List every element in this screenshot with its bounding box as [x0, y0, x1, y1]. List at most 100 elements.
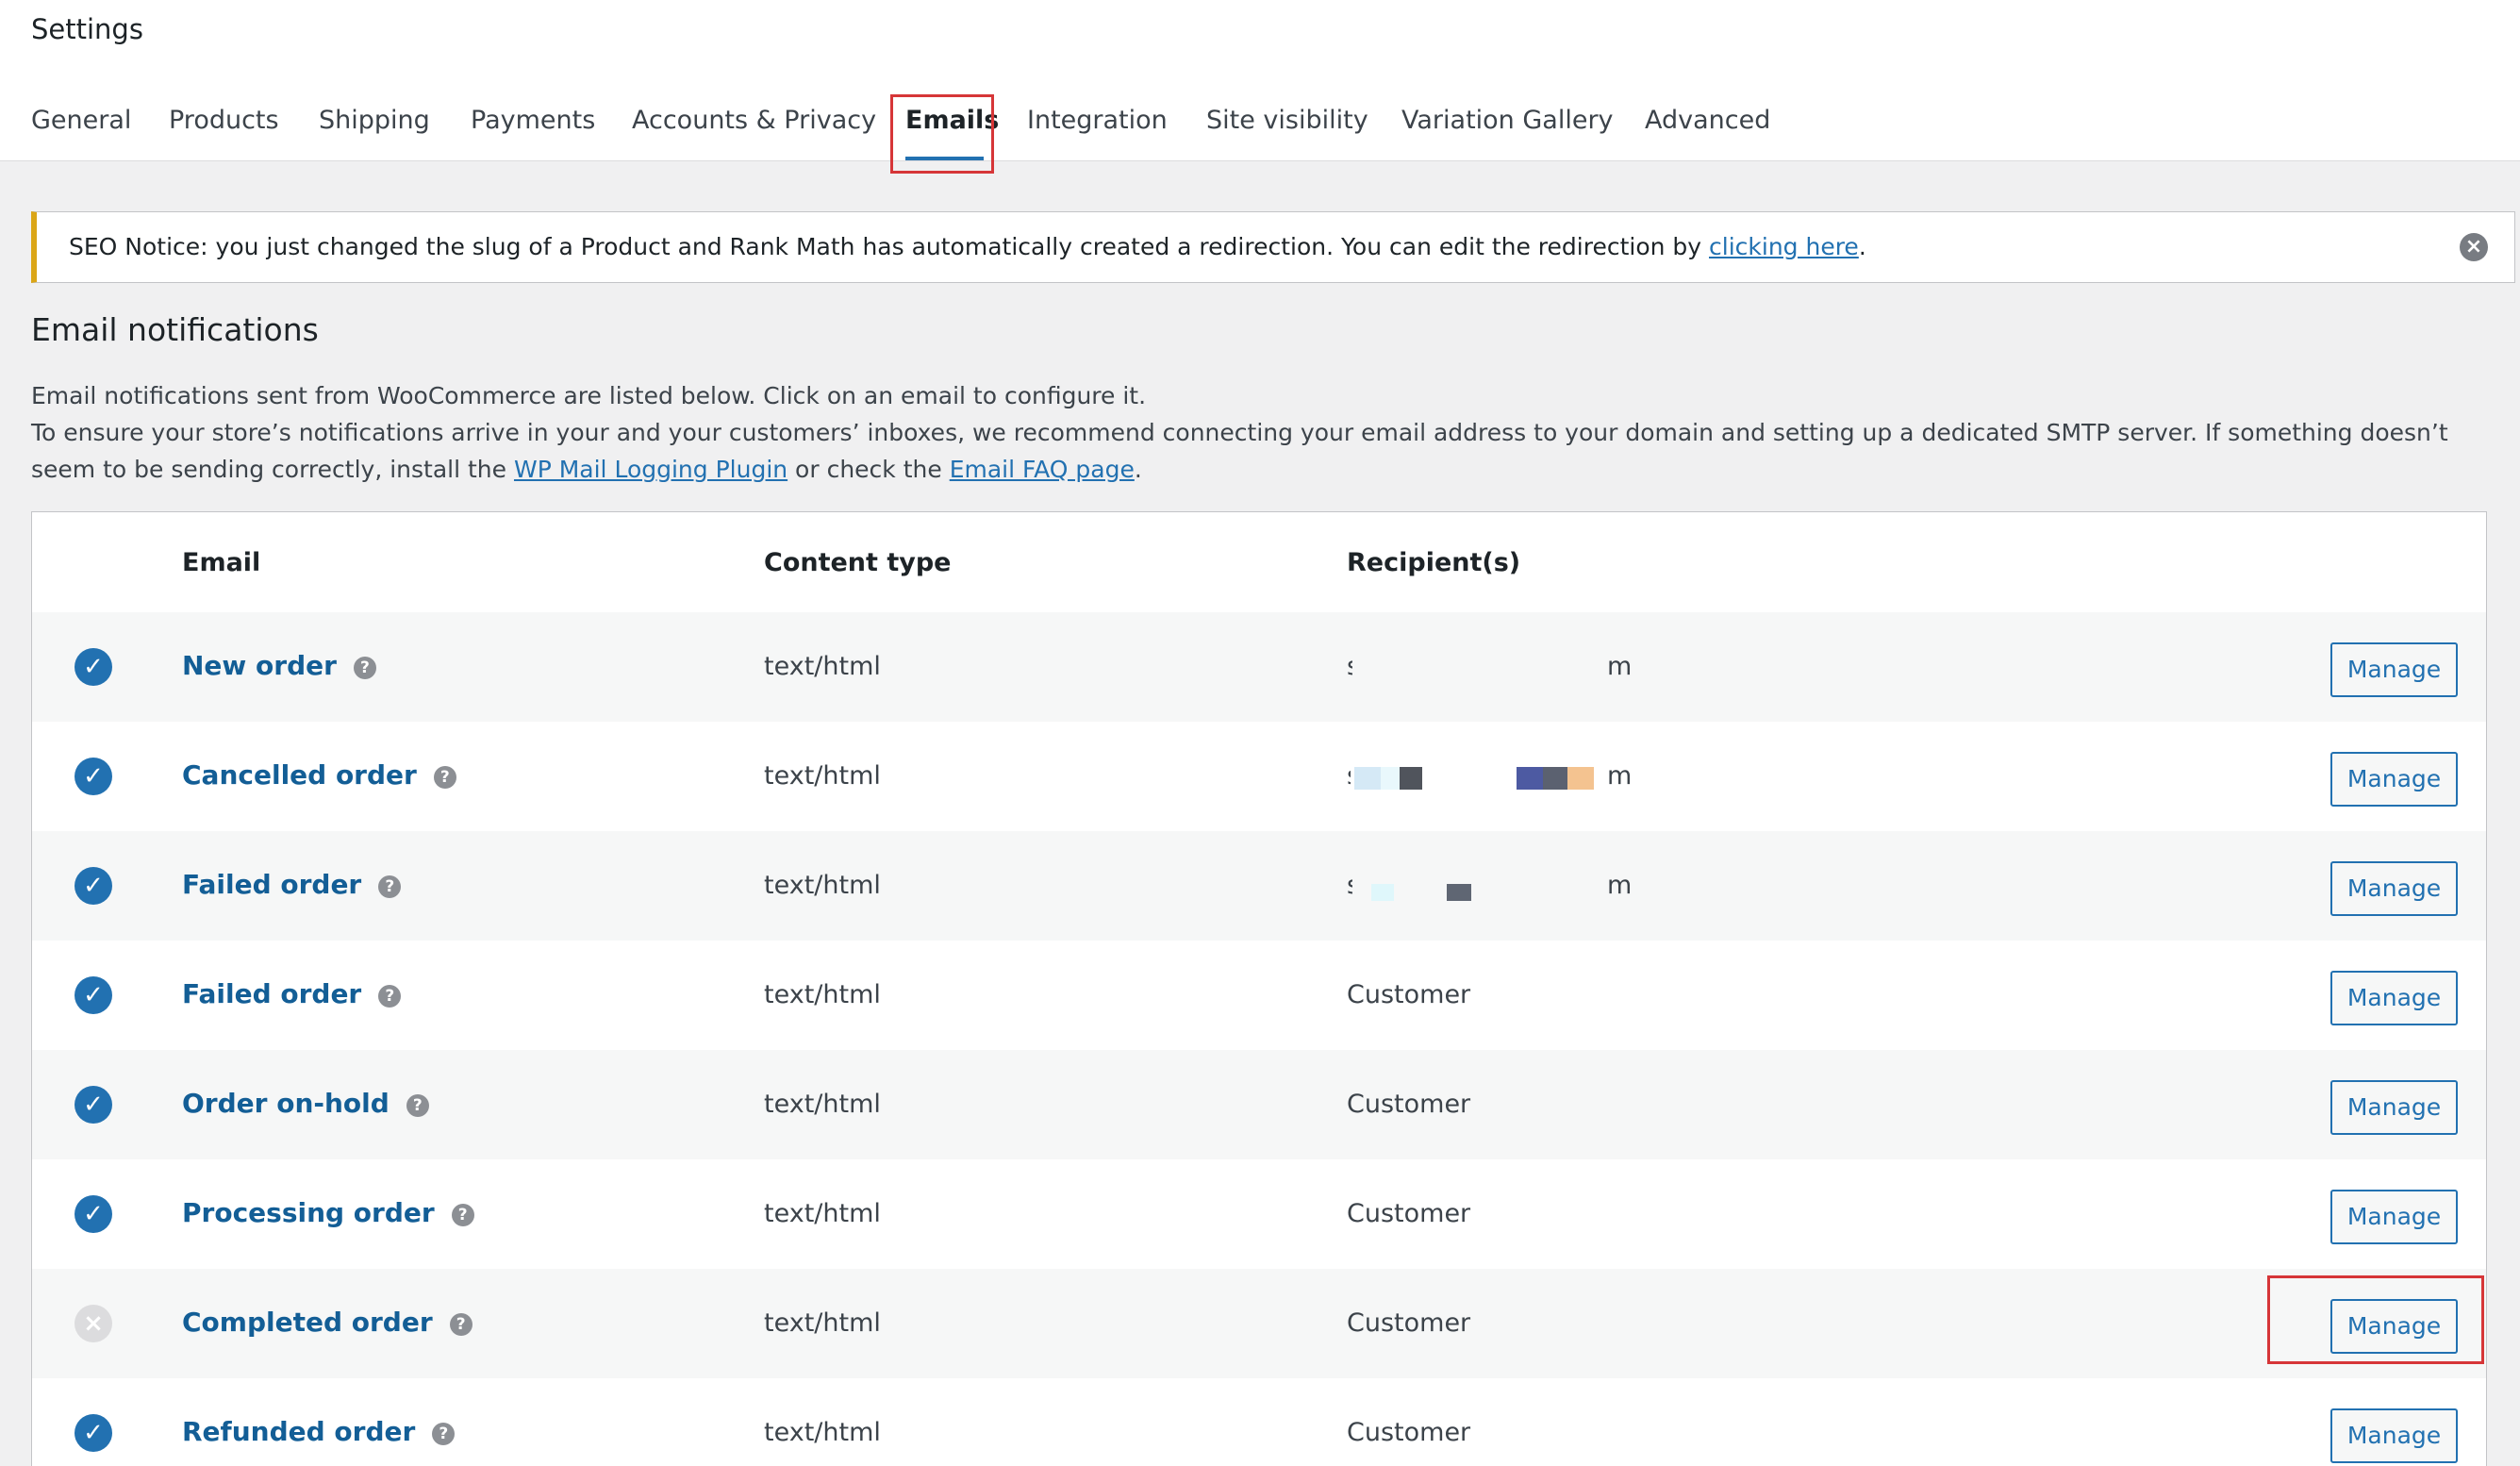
manage-button[interactable]: Manage	[2330, 752, 2458, 807]
email-notifications-table: Email Content type Recipient(s) ✓ New or…	[31, 511, 2487, 1466]
table-row[interactable]: ✓ Refunded order? text/html Customer Man…	[32, 1378, 2486, 1466]
manage-button[interactable]: Manage	[2330, 1190, 2458, 1244]
email-name[interactable]: Processing order	[182, 1197, 435, 1228]
redaction-pixel	[1400, 767, 1422, 790]
help-icon: ?	[378, 875, 402, 898]
tab-payments[interactable]: Payments	[471, 106, 595, 135]
help-icon: ?	[451, 1204, 474, 1226]
content-type: text/html	[764, 871, 881, 900]
email-link-processing-order[interactable]: Processing order?	[182, 1197, 474, 1228]
tab-site-visibility[interactable]: Site visibility	[1206, 106, 1368, 135]
column-header-email: Email	[182, 548, 261, 577]
redaction-pixel	[1371, 884, 1394, 901]
redaction-pixel	[1354, 767, 1381, 790]
settings-header: Settings General Products Shipping Payme…	[0, 0, 2520, 161]
dismiss-icon[interactable]: ×	[2460, 233, 2488, 261]
wp-mail-logging-link[interactable]: WP Mail Logging Plugin	[514, 456, 788, 483]
redaction-pixel	[1447, 884, 1471, 901]
table-row[interactable]: × Completed order? text/html Customer Ma…	[32, 1269, 2486, 1378]
tab-general[interactable]: General	[31, 106, 131, 135]
email-name[interactable]: Cancelled order	[182, 759, 417, 791]
column-header-content-type: Content type	[764, 548, 952, 577]
check-circle-icon: ✓	[75, 1195, 112, 1233]
redacted-recipient	[1352, 639, 1600, 695]
help-icon: ?	[353, 657, 376, 679]
tab-variation-gallery[interactable]: Variation Gallery	[1401, 106, 1614, 135]
seo-notice: SEO Notice: you just changed the slug of…	[31, 211, 2515, 283]
recipient: Customer	[1347, 980, 1471, 1009]
tab-advanced[interactable]: Advanced	[1645, 106, 1770, 135]
email-name[interactable]: Refunded order	[182, 1416, 415, 1447]
email-name[interactable]: Completed order	[182, 1307, 433, 1338]
content-type: text/html	[764, 761, 881, 791]
description-line-1: Email notifications sent from WooCommerc…	[31, 382, 1147, 409]
tab-products[interactable]: Products	[169, 106, 279, 135]
section-title: Email notifications	[31, 311, 319, 348]
table-header: Email Content type Recipient(s)	[32, 512, 2486, 613]
tab-integration[interactable]: Integration	[1027, 106, 1168, 135]
email-link-new-order[interactable]: New order?	[182, 650, 376, 681]
table-row[interactable]: ✓ Failed order? text/html s m Manage	[32, 831, 2486, 941]
email-link-order-on-hold[interactable]: Order on-hold?	[182, 1088, 429, 1119]
email-link-cancelled-order[interactable]: Cancelled order?	[182, 759, 456, 791]
recipient: Customer	[1347, 1418, 1471, 1447]
email-link-completed-order[interactable]: Completed order?	[182, 1307, 472, 1338]
seo-notice-link[interactable]: clicking here	[1709, 233, 1859, 260]
manage-button[interactable]: Manage	[2330, 1080, 2458, 1135]
recipient: Customer	[1347, 1199, 1471, 1228]
redaction-pixel	[1517, 767, 1543, 790]
table-row[interactable]: ✓ Order on-hold? text/html Customer Mana…	[32, 1050, 2486, 1159]
content-type: text/html	[764, 1199, 881, 1228]
seo-notice-end: .	[1858, 233, 1866, 260]
seo-notice-text: SEO Notice: you just changed the slug of…	[69, 233, 1866, 260]
manage-button[interactable]: Manage	[2330, 861, 2458, 916]
email-name[interactable]: Order on-hold	[182, 1088, 390, 1119]
manage-button[interactable]: Manage	[2330, 971, 2458, 1025]
content-type: text/html	[764, 1090, 881, 1119]
email-faq-link[interactable]: Email FAQ page	[950, 456, 1135, 483]
help-icon: ?	[433, 766, 456, 789]
description-text: To ensure your store’s notifications arr…	[31, 419, 2448, 483]
table-row[interactable]: ✓ Processing order? text/html Customer M…	[32, 1159, 2486, 1269]
highlight-box-completed-order-manage	[2267, 1275, 2484, 1364]
seo-notice-message: SEO Notice: you just changed the slug of…	[69, 233, 1710, 260]
column-header-recipients: Recipient(s)	[1347, 548, 1521, 577]
recipient: Customer	[1347, 1090, 1471, 1119]
email-link-failed-order-customer[interactable]: Failed order?	[182, 978, 402, 1009]
email-name[interactable]: Failed order	[182, 869, 361, 900]
check-circle-icon: ✓	[75, 758, 112, 795]
content-type: text/html	[764, 1418, 881, 1447]
page-title: Settings	[31, 13, 143, 45]
content-type: text/html	[764, 1308, 881, 1338]
description-end: .	[1134, 456, 1142, 483]
content-type: text/html	[764, 652, 881, 681]
recipient-end: m	[1607, 871, 1633, 900]
table-row[interactable]: ✓ New order? text/html s m Manage	[32, 612, 2486, 722]
help-icon: ?	[378, 985, 402, 1008]
x-circle-icon: ×	[75, 1305, 112, 1342]
redaction-pixel	[1543, 767, 1567, 790]
redaction-pixel	[1381, 767, 1400, 790]
recipient-end: m	[1607, 652, 1633, 681]
email-link-failed-order[interactable]: Failed order?	[182, 869, 402, 900]
content-type: text/html	[764, 980, 881, 1009]
email-name[interactable]: New order	[182, 650, 337, 681]
table-row[interactable]: ✓ Failed order? text/html Customer Manag…	[32, 941, 2486, 1050]
check-circle-icon: ✓	[75, 867, 112, 905]
help-icon: ?	[449, 1313, 472, 1336]
manage-button[interactable]: Manage	[2330, 642, 2458, 697]
description-line-2: To ensure your store’s notifications arr…	[31, 414, 2493, 488]
email-link-refunded-order[interactable]: Refunded order?	[182, 1416, 456, 1447]
tab-accounts-privacy[interactable]: Accounts & Privacy	[632, 106, 876, 135]
highlight-box-emails-tab	[890, 94, 994, 174]
email-name[interactable]: Failed order	[182, 978, 361, 1009]
description-mid: or check the	[788, 456, 950, 483]
check-circle-icon: ✓	[75, 1086, 112, 1124]
table-row[interactable]: ✓ Cancelled order? text/html s m Manage	[32, 722, 2486, 831]
tab-shipping[interactable]: Shipping	[319, 106, 430, 135]
manage-button[interactable]: Manage	[2330, 1408, 2458, 1463]
check-circle-icon: ✓	[75, 976, 112, 1014]
help-icon: ?	[406, 1094, 429, 1117]
recipient-end: m	[1607, 761, 1633, 791]
help-icon: ?	[432, 1423, 456, 1445]
